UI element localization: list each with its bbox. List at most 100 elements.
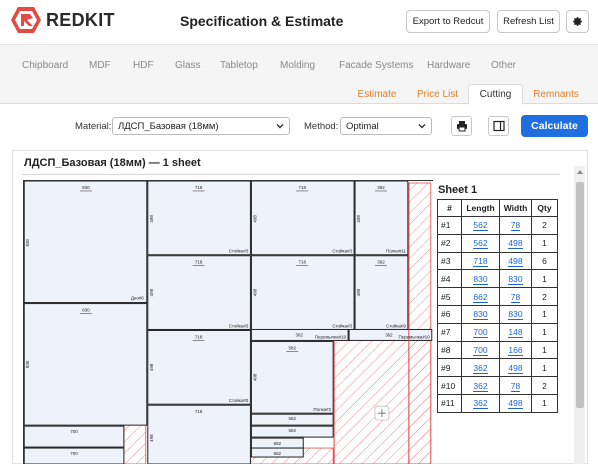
panel-dimension: 662 <box>274 451 282 456</box>
offcut-area <box>123 423 147 464</box>
table-cell-width[interactable]: 78 <box>499 376 532 395</box>
method-select[interactable]: Optimal <box>340 117 432 135</box>
refresh-list-button[interactable]: Refresh List <box>497 10 560 33</box>
table-cell-id: #8 <box>437 340 462 360</box>
table-cell-width[interactable]: 498 <box>499 393 532 413</box>
table-cell-length[interactable]: 562 <box>461 233 500 253</box>
category-molding[interactable]: Molding <box>280 60 315 71</box>
dimension-link[interactable]: 830 <box>508 309 523 321</box>
dimension-link[interactable]: 562 <box>473 238 488 250</box>
panel-dimension: 662 <box>274 441 282 446</box>
print-button[interactable] <box>451 116 472 136</box>
category-mdf[interactable]: MDF <box>89 60 111 71</box>
panel-toggle-button[interactable] <box>488 116 509 136</box>
add-remnant-button <box>374 405 390 421</box>
panel-dimension: 700 <box>70 451 78 456</box>
dimension-link[interactable]: 830 <box>473 309 488 321</box>
table-cell-length[interactable]: 662 <box>461 287 500 306</box>
table-cell-qty: 1 <box>531 322 558 342</box>
table-row: #2 562 498 1 <box>437 233 558 253</box>
panel-piece <box>250 181 355 256</box>
dimension-link[interactable]: 166 <box>508 344 523 356</box>
table-cell-length[interactable]: 830 <box>461 304 500 324</box>
dimension-link[interactable]: 830 <box>473 273 488 285</box>
table-cell-width[interactable]: 498 <box>499 251 532 271</box>
category-glass[interactable]: Glass <box>175 60 201 71</box>
dimension-link[interactable]: 662 <box>473 291 488 303</box>
category-facade-systems[interactable]: Facade Systems <box>339 60 413 71</box>
category-hdf[interactable]: HDF <box>133 60 154 71</box>
method-label: Method: <box>304 121 339 132</box>
category-other[interactable]: Other <box>491 60 516 71</box>
table-row: #10 362 78 2 <box>437 376 558 395</box>
dimension-link[interactable]: 362 <box>473 398 488 410</box>
dimension-link[interactable]: 78 <box>510 380 521 392</box>
dimension-link[interactable]: 148 <box>508 327 523 339</box>
category-hardware[interactable]: Hardware <box>427 60 470 71</box>
dimension-link[interactable]: 718 <box>473 255 488 267</box>
dimension-link[interactable]: 78 <box>510 220 521 232</box>
tab-remnants[interactable]: Remnants <box>530 84 582 104</box>
dimension-link[interactable]: 562 <box>473 220 488 232</box>
table-cell-width[interactable]: 78 <box>499 287 532 306</box>
table-cell-length[interactable]: 700 <box>461 322 500 342</box>
scroll-up-arrow-icon[interactable] <box>576 168 584 176</box>
panel-tag: Полка#11 <box>386 249 406 254</box>
tab-cutting[interactable]: Cutting <box>468 84 523 105</box>
panel-toggle-icon <box>492 120 505 132</box>
cutting-layout-diagram[interactable]: 830 830 Дно#6 830 830 718 498 Стойка#3 7… <box>23 180 433 464</box>
calculate-button[interactable]: Calculate <box>521 115 588 137</box>
dimension-link[interactable]: 78 <box>510 291 521 303</box>
scrollbar-thumb[interactable] <box>576 182 584 408</box>
table-cell-width[interactable]: 148 <box>499 322 532 342</box>
tab-estimate[interactable]: Estimate <box>352 84 402 104</box>
dimension-link[interactable]: 830 <box>508 273 523 285</box>
table-cell-width[interactable]: 830 <box>499 269 532 289</box>
table-cell-length[interactable]: 362 <box>461 376 500 395</box>
app-window: REDKIT Specification & Estimate Export t… <box>0 0 598 464</box>
category-tabletop[interactable]: Tabletop <box>220 60 258 71</box>
table-cell-length[interactable]: 362 <box>461 393 500 413</box>
category-chipboard[interactable]: Chipboard <box>22 60 68 71</box>
settings-button[interactable] <box>566 10 589 33</box>
dimension-link[interactable]: 498 <box>508 398 523 410</box>
dimension-link[interactable]: 700 <box>473 327 488 339</box>
divider <box>22 174 560 175</box>
material-select[interactable]: ЛДСП_Базовая (18мм) <box>112 117 290 135</box>
table-cell-width[interactable]: 830 <box>499 304 532 324</box>
dimension-link[interactable]: 498 <box>508 255 523 267</box>
export-button[interactable]: Export to Redcut <box>406 10 490 33</box>
panel-dimension: 830 <box>25 360 30 368</box>
column-header: Width <box>499 199 532 217</box>
table-cell-width[interactable]: 498 <box>499 233 532 253</box>
dimension-link[interactable]: 498 <box>508 238 523 250</box>
table-cell-width[interactable]: 78 <box>499 216 532 235</box>
table-cell-length[interactable]: 362 <box>461 358 500 378</box>
offcut-area <box>333 340 432 464</box>
tab-price-list[interactable]: Price List <box>410 84 465 104</box>
table-cell-length[interactable]: 700 <box>461 340 500 360</box>
panel-dimension: 830 <box>82 185 90 190</box>
table-cell-length[interactable]: 562 <box>461 216 500 235</box>
table-cell-length[interactable]: 718 <box>461 251 500 271</box>
panel-piece <box>147 181 251 256</box>
dimension-link[interactable]: 362 <box>473 362 488 374</box>
table-cell-qty: 1 <box>531 358 558 378</box>
dimension-link[interactable]: 362 <box>473 380 488 392</box>
table-header-row: # Length Width Qty <box>437 199 558 217</box>
table-cell-id: #9 <box>437 358 462 378</box>
table-row: #9 362 498 1 <box>437 358 558 378</box>
dimension-link[interactable]: 700 <box>473 344 488 356</box>
table-cell-width[interactable]: 166 <box>499 340 532 360</box>
redkit-logo-icon <box>11 7 41 33</box>
panel-dimension: 498 <box>252 373 257 381</box>
table-row: #4 830 830 1 <box>437 269 558 289</box>
table-cell-qty: 1 <box>531 393 558 413</box>
table-cell-width[interactable]: 498 <box>499 358 532 378</box>
brand-logo[interactable]: REDKIT <box>10 6 115 34</box>
table-cell-id: #2 <box>437 233 462 253</box>
dimension-link[interactable]: 498 <box>508 362 523 374</box>
table-cell-length[interactable]: 830 <box>461 269 500 289</box>
panel-tag: Стойка#3 <box>332 248 352 254</box>
header: REDKIT Specification & Estimate Export t… <box>0 0 598 44</box>
